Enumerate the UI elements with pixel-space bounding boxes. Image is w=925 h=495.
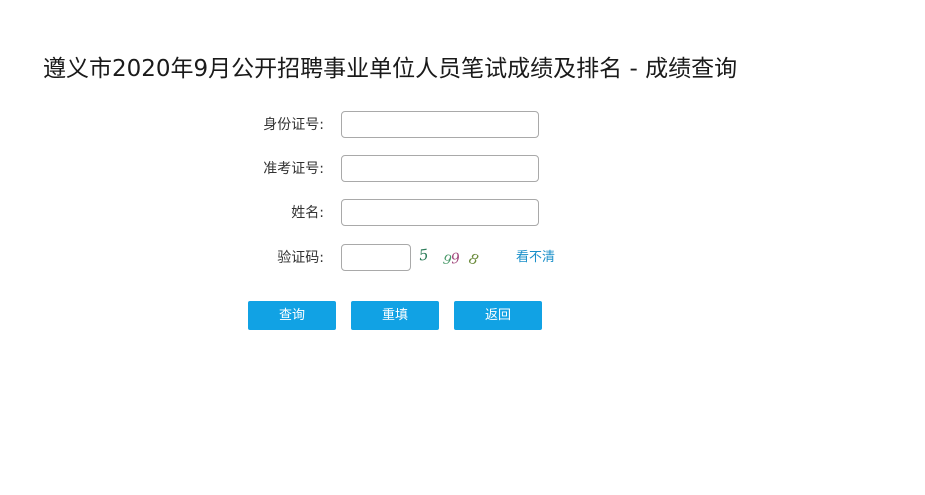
form-row-ticket-number: 准考证号: — [0, 155, 925, 183]
ticket-number-input[interactable] — [341, 155, 539, 182]
query-button[interactable]: 查询 — [248, 301, 336, 330]
captcha-refresh-link[interactable]: 看不清 — [516, 244, 555, 272]
name-label: 姓名: — [291, 205, 324, 221]
page-title: 遵义市2020年9月公开招聘事业单位人员笔试成绩及排名 - 成绩查询 — [43, 56, 738, 82]
captcha-char: 8 — [466, 251, 481, 269]
captcha-input[interactable] — [341, 244, 411, 271]
reset-button[interactable]: 重填 — [351, 301, 439, 330]
back-button[interactable]: 返回 — [454, 301, 542, 330]
id-card-input[interactable] — [341, 111, 539, 138]
name-input[interactable] — [341, 199, 539, 226]
form-row-name: 姓名: — [0, 199, 925, 227]
captcha-label: 验证码: — [277, 250, 324, 266]
captcha-image[interactable]: 5 9 9 8 — [416, 244, 496, 272]
captcha-char: 5 — [417, 245, 430, 265]
form-row-id-card: 身份证号: — [0, 111, 925, 139]
captcha-char: 9 — [450, 250, 461, 268]
id-card-label: 身份证号: — [263, 117, 324, 133]
ticket-number-label: 准考证号: — [263, 161, 324, 177]
form-row-captcha: 验证码: 5 9 9 8 看不清 — [0, 244, 925, 272]
